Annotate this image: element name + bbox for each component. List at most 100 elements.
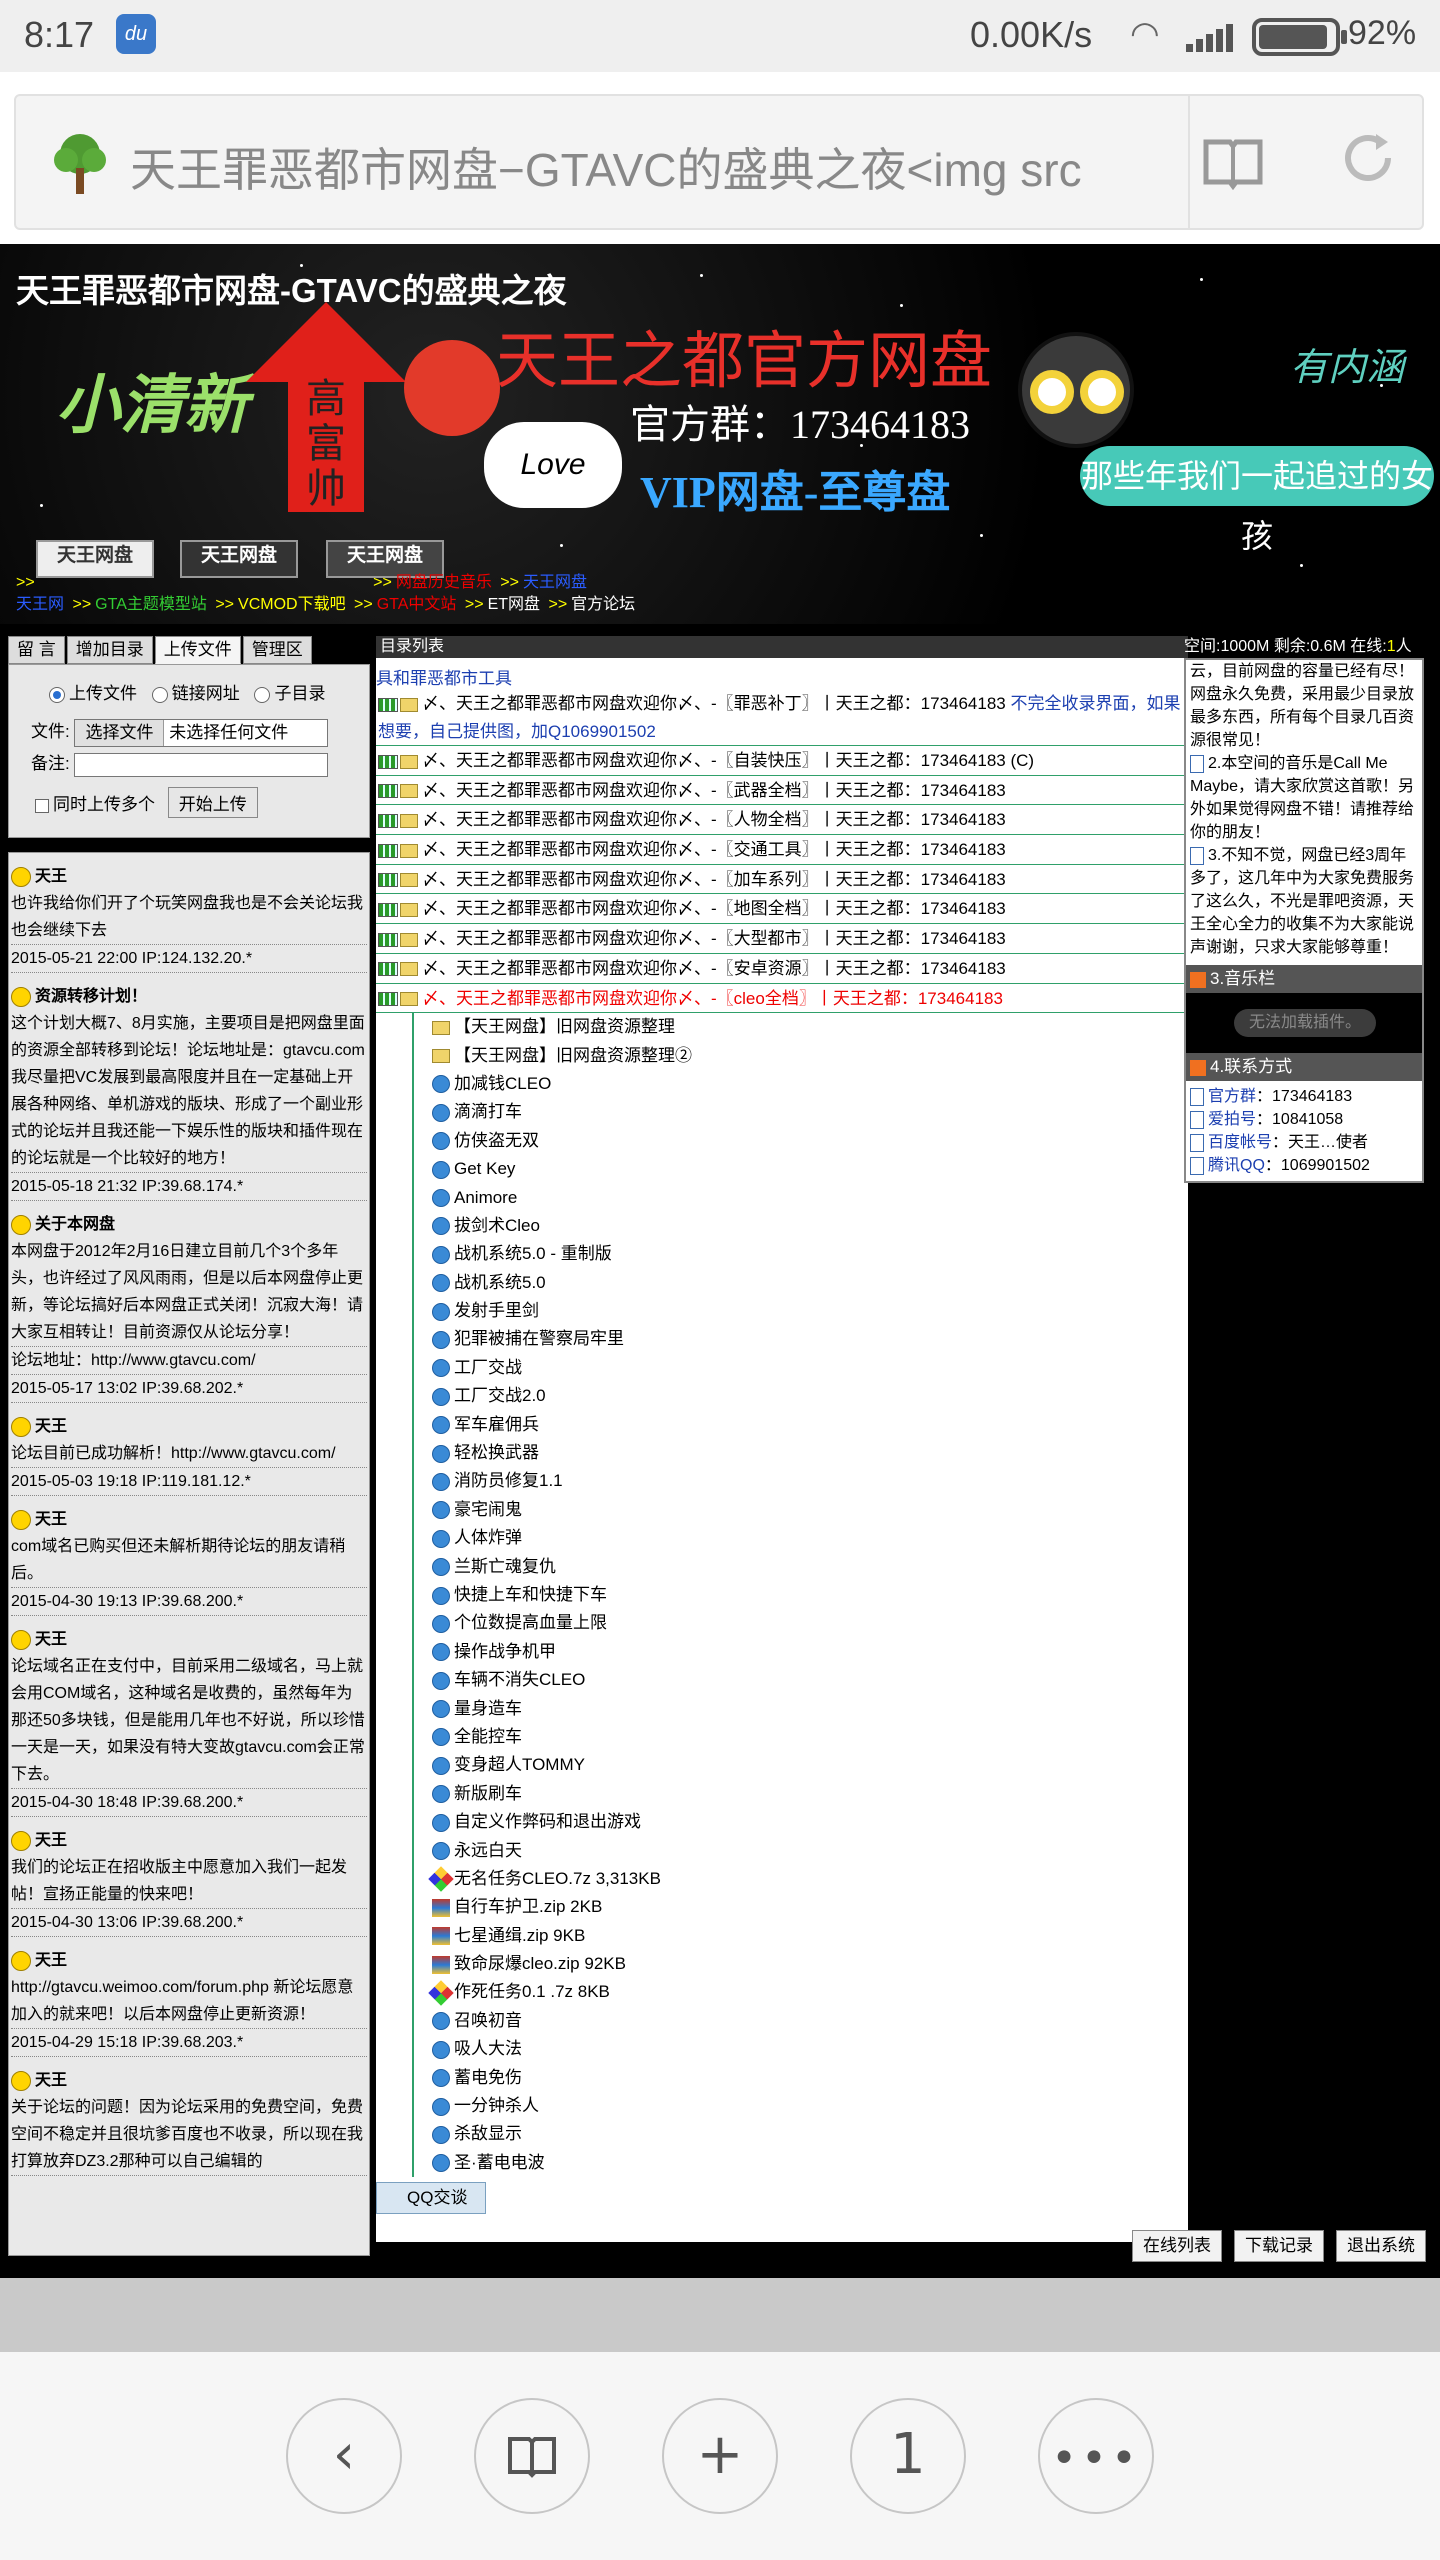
online-list-button[interactable]: 在线列表 xyxy=(1132,2230,1222,2262)
smiley-icon xyxy=(11,986,31,1007)
file-item[interactable]: 工厂交战 xyxy=(412,1353,1188,1383)
file-item[interactable]: 消防员修复1.1 xyxy=(412,1467,1188,1496)
menu-button[interactable]: ••• xyxy=(1038,2398,1154,2514)
directory-row[interactable]: 〆、天王之都罪恶都市网盘欢迎你〆、-〖人物全档〗丨天王之都：173464183 xyxy=(376,805,1188,836)
reload-icon[interactable] xyxy=(1336,126,1400,190)
file-item[interactable]: Get Key xyxy=(412,1155,1188,1184)
file-item[interactable]: 召唤初音 xyxy=(412,2006,1188,2036)
tabs-button[interactable]: 1 xyxy=(850,2398,966,2514)
contact-baidu[interactable]: 百度帐号 xyxy=(1208,1134,1272,1151)
nav-link-gta[interactable]: GTA中文站 xyxy=(377,596,457,613)
file-item[interactable]: 量身造车 xyxy=(412,1694,1188,1723)
nav-link-tianwang[interactable]: 天王网 xyxy=(16,596,64,613)
file-item[interactable]: 发射手里剑 xyxy=(412,1297,1188,1326)
file-item[interactable]: 兰斯亡魂复仇 xyxy=(412,1552,1188,1581)
nav-link-model[interactable]: GTA主题模型站 xyxy=(95,596,207,613)
file-item[interactable]: 战机系统5.0 xyxy=(412,1268,1188,1298)
file-item[interactable]: 圣·蓄电电波 xyxy=(412,2148,1188,2178)
file-item[interactable]: 军车雇佣兵 xyxy=(412,1410,1188,1440)
file-item[interactable]: 自行车护卫.zip 2KB xyxy=(412,1893,1188,1922)
directory-row[interactable]: 〆、天王之都罪恶都市网盘欢迎你〆、-〖安卓资源〗丨天王之都：173464183 xyxy=(376,954,1188,984)
back-button[interactable]: ‹ xyxy=(286,2398,402,2514)
file-item[interactable]: 滴滴打车 xyxy=(412,1098,1188,1127)
folder-icon xyxy=(400,784,418,799)
ie-file-icon xyxy=(432,2040,450,2059)
file-item[interactable]: 仿侠盗无双 xyxy=(412,1126,1188,1156)
address-bar[interactable]: 天王罪恶都市网盘−GTAVC的盛典之夜<img src xyxy=(14,94,1424,230)
file-item[interactable]: 豪宅闹鬼 xyxy=(412,1495,1188,1525)
qq-chat-button[interactable]: QQ交谈 xyxy=(376,2182,486,2214)
directory-row[interactable]: 〆、天王之都罪恶都市网盘欢迎你〆、-〖罪恶补丁〗丨天王之都：173464183 … xyxy=(376,690,1188,746)
file-item[interactable]: 轻松换武器 xyxy=(412,1439,1188,1468)
nav-link-et[interactable]: ET网盘 xyxy=(488,596,540,613)
file-item[interactable]: 致命尿爆cleo.zip 92KB xyxy=(412,1950,1188,1979)
note-label: 备注: xyxy=(31,754,70,773)
logout-button[interactable]: 退出系统 xyxy=(1336,2230,1426,2262)
file-item[interactable]: 新版刷车 xyxy=(412,1779,1188,1809)
file-item[interactable]: 【天王网盘】旧网盘资源整理 xyxy=(412,1013,1188,1042)
file-item[interactable]: 战机系统5.0 - 重制版 xyxy=(412,1240,1188,1269)
file-item[interactable]: 七星通缉.zip 9KB xyxy=(412,1921,1188,1951)
file-item[interactable]: 作死任务0.1 .7z 8KB xyxy=(412,1978,1188,2007)
file-item[interactable]: Animore xyxy=(412,1183,1188,1212)
directory-row[interactable]: 〆、天王之都罪恶都市网盘欢迎你〆、-〖加车系列〗丨天王之都：173464183 xyxy=(376,865,1188,895)
browser-nav-bar: ‹ + 1 ••• xyxy=(0,2352,1440,2560)
contact-qq-group[interactable]: 官方群 xyxy=(1208,1088,1256,1105)
tab-admin[interactable]: 管理区 xyxy=(242,636,312,664)
file-item[interactable]: 快捷上车和快捷下车 xyxy=(412,1581,1188,1610)
doc-icon xyxy=(1190,1110,1204,1129)
tab-upload[interactable]: 上传文件 xyxy=(154,636,241,664)
file-item[interactable]: 个位数提高血量上限 xyxy=(412,1609,1188,1638)
nav-link-home[interactable]: 天王网盘 xyxy=(523,574,587,591)
reader-mode-icon[interactable] xyxy=(1202,134,1264,190)
file-item[interactable]: 车辆不消失CLEO xyxy=(412,1666,1188,1695)
ie-file-icon xyxy=(432,1302,450,1321)
file-item[interactable]: 【天王网盘】旧网盘资源整理② xyxy=(412,1041,1188,1070)
file-item[interactable]: 拔剑术Cleo xyxy=(412,1211,1188,1241)
file-item[interactable]: 变身超人TOMMY xyxy=(412,1751,1188,1780)
radio-upload-file[interactable]: 上传文件 xyxy=(49,684,137,703)
start-upload-button[interactable]: 开始上传 xyxy=(167,787,258,818)
contact-aipai[interactable]: 爱拍号 xyxy=(1208,1111,1256,1128)
folder-icon xyxy=(432,1020,450,1035)
directory-row[interactable]: 〆、天王之都罪恶都市网盘欢迎你〆、-〖地图全档〗丨天王之都：173464183 xyxy=(376,894,1188,925)
file-item[interactable]: 永远白天 xyxy=(412,1836,1188,1865)
url-text[interactable]: 天王罪恶都市网盘−GTAVC的盛典之夜<img src xyxy=(130,134,1140,200)
doc-icon xyxy=(1190,1156,1204,1175)
directory-row[interactable]: 〆、天王之都罪恶都市网盘欢迎你〆、-〖交通工具〗丨天王之都：173464183 xyxy=(376,835,1188,865)
nav-link-vcmod[interactable]: VCMOD下载吧 xyxy=(238,596,346,613)
directory-row[interactable]: 〆、天王之都罪恶都市网盘欢迎你〆、-〖大型都市〗丨天王之都：173464183 xyxy=(376,924,1188,954)
directory-subheader[interactable]: 具和罪恶都市工具 xyxy=(376,664,512,689)
multi-upload-checkbox[interactable] xyxy=(35,798,49,813)
file-item[interactable]: 一分钟杀人 xyxy=(412,2092,1188,2121)
file-item[interactable]: 工厂交战2.0 xyxy=(412,1382,1188,1411)
file-item[interactable]: 犯罪被捕在警察局牢里 xyxy=(412,1325,1188,1354)
file-item[interactable]: 自定义作弊码和退出游戏 xyxy=(412,1808,1188,1837)
directory-row[interactable]: 〆、天王之都罪恶都市网盘欢迎你〆、-〖自装快压〗丨天王之都：173464183 … xyxy=(376,746,1188,776)
file-item[interactable]: 蓄电免伤 xyxy=(412,2063,1188,2093)
folder-icon xyxy=(400,992,418,1007)
contact-qq[interactable]: 腾讯QQ xyxy=(1208,1157,1265,1174)
note-input[interactable] xyxy=(74,752,329,777)
nav-link-music[interactable]: 网盘历史音乐 xyxy=(396,574,492,591)
ie-file-icon xyxy=(432,1643,450,1662)
directory-row[interactable]: 〆、天王之都罪恶都市网盘欢迎你〆、-〖cleo全档〗丨天王之都：17346418… xyxy=(376,984,1188,1014)
radio-subdir[interactable]: 子目录 xyxy=(254,684,325,703)
file-item[interactable]: 无名任务CLEO.7z 3,313KB xyxy=(412,1864,1188,1894)
file-item[interactable]: 吸人大法 xyxy=(412,2035,1188,2064)
directory-row[interactable]: 〆、天王之都罪恶都市网盘欢迎你〆、-〖武器全档〗丨天王之都：173464183 xyxy=(376,776,1188,806)
file-item[interactable]: 杀敌显示 xyxy=(412,2120,1188,2149)
file-item[interactable]: 全能控车 xyxy=(412,1722,1188,1752)
file-item[interactable]: 操作战争机甲 xyxy=(412,1637,1188,1667)
file-item[interactable]: 人体炸弹 xyxy=(412,1524,1188,1553)
new-tab-button[interactable]: + xyxy=(662,2398,778,2514)
download-log-button[interactable]: 下载记录 xyxy=(1234,2230,1324,2262)
ie-file-icon xyxy=(432,1075,450,1094)
file-chooser[interactable]: 选择文件 未选择任何文件 xyxy=(74,718,329,747)
nav-link-forum[interactable]: 官方论坛 xyxy=(571,596,635,613)
file-item[interactable]: 加减钱CLEO xyxy=(412,1069,1188,1099)
tab-message[interactable]: 留 言 xyxy=(8,636,65,664)
bookmarks-button[interactable] xyxy=(474,2398,590,2514)
radio-link-url[interactable]: 链接网址 xyxy=(151,684,240,703)
tab-add-dir[interactable]: 增加目录 xyxy=(66,636,153,664)
